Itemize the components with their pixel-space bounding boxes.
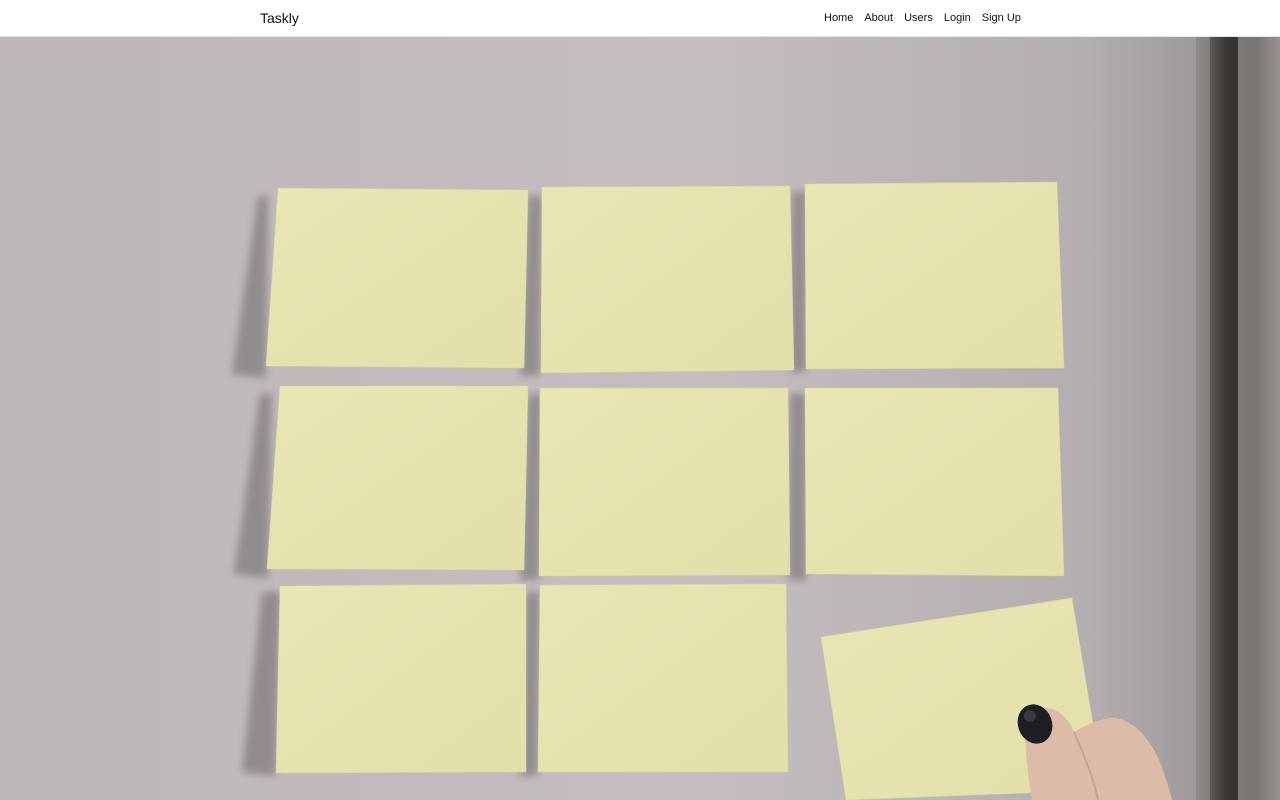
nav-login-link[interactable]: Login — [944, 12, 971, 24]
nav-links: Home About Users Login Sign Up — [824, 12, 1021, 24]
sticky-notes — [265, 181, 1105, 800]
nav-signup-link[interactable]: Sign Up — [982, 12, 1021, 24]
brand-logo[interactable]: Taskly — [260, 10, 299, 26]
nav-home-link[interactable]: Home — [824, 12, 853, 24]
hero-image — [0, 37, 1280, 800]
top-navbar: Taskly Home About Users Login Sign Up — [0, 0, 1280, 37]
nav-about-link[interactable]: About — [864, 12, 893, 24]
nav-users-link[interactable]: Users — [904, 12, 933, 24]
sticky-notes-photo — [0, 37, 1280, 800]
